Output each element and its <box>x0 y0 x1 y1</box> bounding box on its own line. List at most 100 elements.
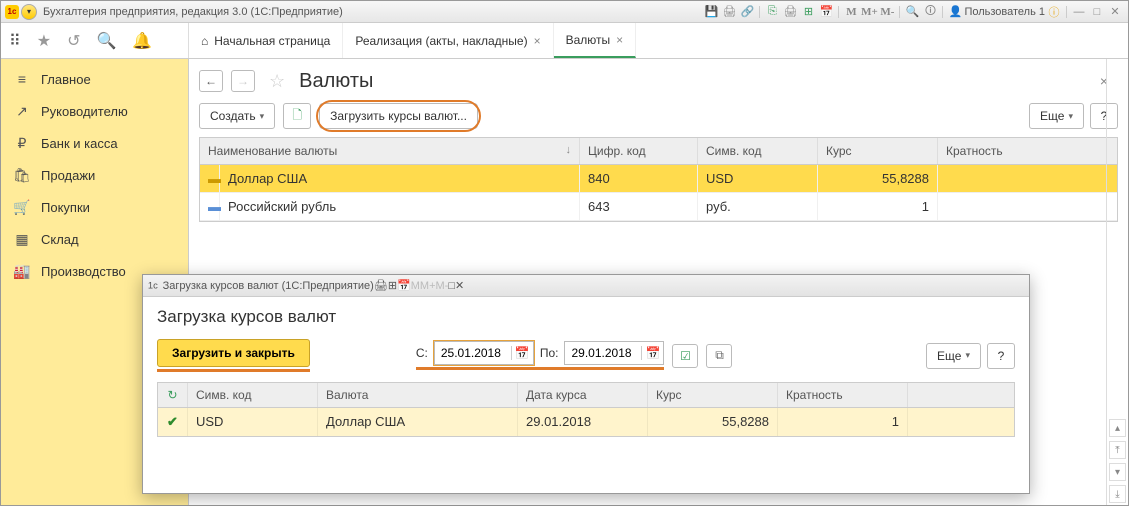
m-plus-button[interactable]: M+ <box>860 3 878 21</box>
date-to-field[interactable]: 📅 <box>564 341 664 365</box>
sidebar-item-bank[interactable]: ₽Банк и касса <box>1 127 188 159</box>
close-button[interactable]: ✕ <box>1106 3 1124 21</box>
sidebar-item-manager[interactable]: ↗Руководителю <box>1 95 188 127</box>
select-all-button[interactable]: ☑ <box>672 344 698 368</box>
scroll-up-button[interactable]: ▴ <box>1109 419 1126 437</box>
col-num[interactable]: Цифр. код <box>580 138 698 164</box>
dialog-body: Загрузка курсов валют Загрузить и закрыт… <box>143 297 1029 447</box>
m-button[interactable]: M <box>842 3 860 21</box>
date-to-input[interactable] <box>565 346 641 360</box>
print-icon[interactable]: 🖨 <box>374 279 388 292</box>
tab-bar: ⌂ Начальная страница Реализация (акты, н… <box>189 23 1128 58</box>
user-label[interactable]: Пользователь 1 <box>964 6 1045 18</box>
cell-mult <box>938 165 1117 192</box>
calendar-icon[interactable]: 📅 <box>641 346 663 360</box>
cell-rate: 55,8288 <box>818 165 938 192</box>
date-from-input[interactable] <box>435 346 511 360</box>
calc-icon[interactable]: ⊞ <box>388 279 397 292</box>
sidebar-item-label: Склад <box>41 232 79 247</box>
table-row[interactable]: ▬ Российский рубль 643 руб. 1 <box>200 193 1117 221</box>
col-mult[interactable]: Кратность <box>778 383 908 407</box>
col-refresh[interactable]: ↻ <box>158 383 188 407</box>
col-name[interactable]: Наименование валюты↓ <box>200 138 580 164</box>
maximize-button[interactable]: □ <box>1088 3 1106 21</box>
main-window: 1c ▾ Бухгалтерия предприятия, редакция 3… <box>0 0 1129 506</box>
close-icon[interactable]: × <box>616 33 623 47</box>
apps-icon[interactable]: ⠿ <box>9 31 21 51</box>
cell-empty <box>908 408 1014 436</box>
forward-button[interactable]: → <box>231 70 255 92</box>
col-date[interactable]: Дата курса <box>518 383 648 407</box>
calendar-icon[interactable]: 📅 <box>397 279 411 292</box>
home-icon: ⌂ <box>201 34 208 48</box>
col-name[interactable]: Валюта <box>318 383 518 407</box>
date-from-field[interactable]: 📅 <box>434 341 534 365</box>
col-empty <box>908 383 1014 407</box>
grid-icon: ▦ <box>13 231 31 248</box>
m-plus-button[interactable]: M+ <box>420 280 436 292</box>
col-rate[interactable]: Курс <box>648 383 778 407</box>
sidebar-item-main[interactable]: ≡Главное <box>1 63 188 95</box>
sidebar-item-label: Банк и касса <box>41 136 118 151</box>
star-icon[interactable]: ★ <box>37 31 51 51</box>
calc-icon[interactable]: ⊞ <box>799 3 817 21</box>
app-logo: 1c <box>148 280 158 290</box>
scroll-bottom-button[interactable]: ⤓ <box>1109 485 1126 503</box>
title-dropdown[interactable]: ▾ <box>21 4 37 20</box>
maximize-button[interactable]: □ <box>448 280 455 292</box>
user-icon: 👤 <box>946 3 964 21</box>
scroll-down-button[interactable]: ▾ <box>1109 463 1126 481</box>
link-icon[interactable]: 🔗 <box>738 3 756 21</box>
sidebar-item-label: Покупки <box>41 200 90 215</box>
load-rates-button[interactable]: Загрузить курсы валют... <box>319 103 478 129</box>
m-button[interactable]: M <box>411 280 420 292</box>
copy-button[interactable]: ⧉ <box>706 344 732 368</box>
scroll-top-button[interactable]: ⤒ <box>1109 441 1126 459</box>
more-button[interactable]: Еще▾ <box>1029 103 1084 129</box>
save-icon[interactable]: 💾 <box>702 3 720 21</box>
cell-sym: USD <box>188 408 318 436</box>
col-sym[interactable]: Симв. код <box>188 383 318 407</box>
history-icon[interactable]: ↺ <box>67 31 80 51</box>
create-button[interactable]: Создать▾ <box>199 103 275 129</box>
cell-check[interactable]: ✔ <box>158 408 188 436</box>
print2-icon[interactable]: 🖨 <box>781 3 799 21</box>
tab-currencies[interactable]: Валюты × <box>554 23 637 58</box>
sidebar-item-purchases[interactable]: 🛒Покупки <box>1 191 188 223</box>
back-button[interactable]: ← <box>199 70 223 92</box>
search-icon[interactable]: 🔍 <box>96 31 116 51</box>
help-icon[interactable]: 🛈 <box>921 3 939 21</box>
print-icon[interactable]: 🖨 <box>720 3 738 21</box>
load-and-close-button[interactable]: Загрузить и закрыть <box>157 339 310 367</box>
sidebar-item-stock[interactable]: ▦ Склад <box>1 223 188 255</box>
col-rate[interactable]: Курс <box>818 138 938 164</box>
dialog-more-button[interactable]: Еще▾ <box>926 343 981 369</box>
m-minus-button[interactable]: M- <box>436 280 449 292</box>
tab-realization[interactable]: Реализация (акты, накладные) × <box>343 23 553 58</box>
cell-rate: 55,8288 <box>648 408 778 436</box>
cell-name: Доллар США <box>220 165 580 192</box>
table-row[interactable]: ▬ Доллар США 840 USD 55,8288 <box>200 165 1117 193</box>
close-icon[interactable]: × <box>534 34 541 48</box>
minimize-button[interactable]: — <box>1070 3 1088 21</box>
col-sym[interactable]: Симв. код <box>698 138 818 164</box>
tab-label: Начальная страница <box>214 34 330 48</box>
calendar-icon[interactable]: 📅 <box>511 346 533 360</box>
favorite-star[interactable]: ☆ <box>269 71 285 92</box>
calendar-icon[interactable]: 📅 <box>817 3 835 21</box>
refresh-button[interactable]: 🗋 <box>283 103 311 129</box>
load-rates-dialog: 1c Загрузка курсов валют (1С:Предприятие… <box>142 274 1030 494</box>
page-header: ← → ☆ Валюты × <box>189 59 1128 103</box>
menu-icon: ≡ <box>13 71 31 87</box>
compare-icon[interactable]: ⎘ <box>763 3 781 21</box>
dialog-help-button[interactable]: ? <box>987 343 1015 369</box>
m-minus-button[interactable]: M- <box>878 3 896 21</box>
info-icon[interactable]: ⓘ <box>1045 3 1063 21</box>
col-mult[interactable]: Кратность <box>938 138 1117 164</box>
dialog-grid-row[interactable]: ✔ USD Доллар США 29.01.2018 55,8288 1 <box>158 408 1014 436</box>
zoom-icon[interactable]: 🔍 <box>903 3 921 21</box>
sidebar-item-sales[interactable]: 🛍Продажи <box>1 159 188 191</box>
close-button[interactable]: ✕ <box>455 279 464 292</box>
bell-icon[interactable]: 🔔 <box>132 31 152 51</box>
tab-home[interactable]: ⌂ Начальная страница <box>189 23 343 58</box>
